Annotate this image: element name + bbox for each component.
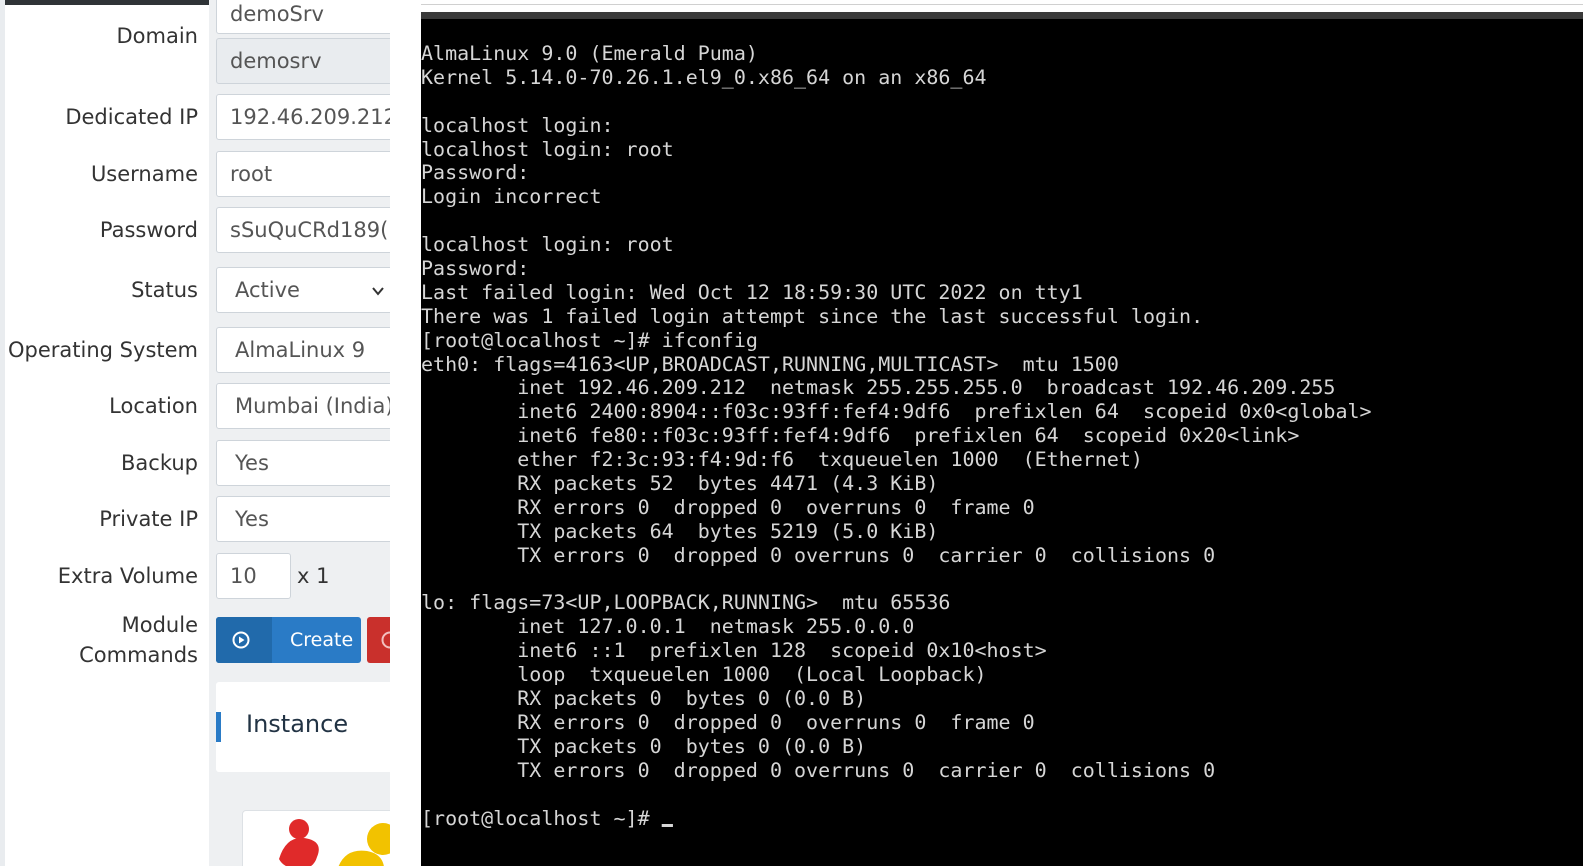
terminal-line: loop txqueuelen 1000 (Local Loopback) — [421, 663, 987, 687]
terminal-line: Password: — [421, 161, 530, 185]
terminal-prompt-line: [root@localhost ~]# — [421, 807, 1372, 831]
dedicated-ip-label: Dedicated IP — [65, 105, 198, 129]
left-edge — [0, 0, 5, 866]
extra-volume-input[interactable]: 10 — [216, 553, 291, 599]
status-selected-value: Active — [235, 278, 300, 302]
backup-field[interactable]: Yes — [216, 440, 390, 486]
chevron-down-icon — [372, 287, 384, 296]
extra-volume-multiplier: x 1 — [297, 564, 330, 588]
domain-input[interactable]: demoSrv — [216, 0, 390, 34]
terminal-line: RX errors 0 dropped 0 overruns 0 frame 0 — [421, 495, 1035, 519]
location-label: Location — [109, 394, 198, 418]
console-title-bar — [421, 12, 1583, 19]
instance-title: Instance — [246, 710, 349, 738]
terminal-line: RX errors 0 dropped 0 overruns 0 frame 0 — [421, 710, 1035, 734]
terminal-line: TX errors 0 dropped 0 overruns 0 carrier… — [421, 758, 1216, 782]
terminal-line: localhost login: root — [421, 233, 674, 257]
terminal-cursor — [661, 823, 673, 827]
terminal-line: Kernel 5.14.0-70.26.1.el9_0.x86_64 on an… — [421, 65, 987, 89]
terminal-line: RX packets 0 bytes 0 (0.0 B) — [421, 687, 867, 711]
private-ip-label: Private IP — [99, 507, 198, 531]
username-input[interactable]: root — [216, 151, 390, 197]
username-label: Username — [90, 162, 198, 186]
terminal-line: localhost login: root — [421, 137, 674, 161]
status-label: Status — [131, 278, 198, 302]
terminal-line: TX packets 0 bytes 0 (0.0 B) — [421, 734, 867, 758]
instance-card: Instance — [216, 682, 390, 772]
terminal-line: lo: flags=73<UP,LOOPBACK,RUNNING> mtu 65… — [421, 591, 951, 615]
terminal-line: inet 127.0.0.1 netmask 255.0.0.0 — [421, 615, 915, 639]
dedicated-ip-input[interactable]: 192.46.209.212 — [216, 94, 390, 140]
terminal-line: localhost login: — [421, 113, 614, 137]
module-commands-label-line1: Module — [121, 613, 198, 637]
module-action-button[interactable] — [367, 617, 390, 663]
terminal-console[interactable]: AlmaLinux 9.0 (Emerald Puma) Kernel 5.14.… — [421, 19, 1583, 866]
play-circle-icon — [232, 631, 250, 649]
domain-secondary-field: demosrv — [216, 38, 390, 84]
extra-volume-label: Extra Volume — [57, 564, 198, 588]
backup-label: Backup — [121, 451, 198, 475]
password-label: Password — [99, 218, 198, 242]
terminal-line: inet6 2400:8904::f03c:93ff:fef4:9df6 pre… — [421, 400, 1372, 424]
private-ip-field[interactable]: Yes — [216, 496, 390, 542]
status-select[interactable]: Active — [216, 267, 390, 313]
terminal-line: eth0: flags=4163<UP,BROADCAST,RUNNING,MU… — [421, 352, 1119, 376]
terminal-line: inet 192.46.209.212 netmask 255.255.255.… — [421, 376, 1336, 400]
terminal-line: TX errors 0 dropped 0 overruns 0 carrier… — [421, 543, 1216, 567]
terminal-output: AlmaLinux 9.0 (Emerald Puma) Kernel 5.14.… — [421, 42, 1372, 830]
terminal-line: inet6 fe80::f03c:93ff:fef4:9df6 prefixle… — [421, 424, 1300, 448]
colored-logo-icon — [279, 819, 390, 866]
domain-label: Domain — [116, 24, 199, 48]
console-top-border — [421, 4, 1583, 5]
terminal-line: inet6 ::1 prefixlen 128 scopeid 0x10<hos… — [421, 639, 1047, 663]
terminal-line: Last failed login: Wed Oct 12 18:59:30 U… — [421, 280, 1083, 304]
terminal-line: RX packets 52 bytes 4471 (4.3 KiB) — [421, 472, 939, 496]
operating-system-label: Operating System — [8, 338, 198, 362]
create-icon-wrap — [216, 617, 272, 663]
terminal-line: Login incorrect — [421, 185, 602, 209]
service-details-panel: Domain demoSrv demosrv Dedicated IP 192.… — [0, 0, 390, 866]
action-circle-icon — [381, 631, 390, 649]
instance-accent-bar — [216, 712, 221, 742]
terminal-line: TX packets 64 bytes 5219 (5.0 KiB) — [421, 519, 939, 543]
terminal-line: ether f2:3c:93:f4:9d:f6 txqueuelen 1000 … — [421, 448, 1143, 472]
terminal-prompt: [root@localhost ~]# — [421, 806, 662, 830]
terminal-line: There was 1 failed login attempt since t… — [421, 304, 1204, 328]
os-logo-card — [242, 810, 390, 866]
terminal-line: [root@localhost ~]# ifconfig — [421, 328, 758, 352]
operating-system-field[interactable]: AlmaLinux 9 — [216, 327, 390, 373]
terminal-line: AlmaLinux 9.0 (Emerald Puma) — [421, 42, 758, 65]
terminal-line: Password: — [421, 257, 530, 281]
create-button[interactable]: Create — [216, 617, 361, 663]
location-field[interactable]: Mumbai (India) — [216, 383, 390, 429]
create-button-label: Create — [290, 629, 354, 651]
password-input[interactable]: sSuQuCRd189([3 — [216, 207, 390, 253]
module-commands-label-line2: Commands — [79, 643, 198, 667]
